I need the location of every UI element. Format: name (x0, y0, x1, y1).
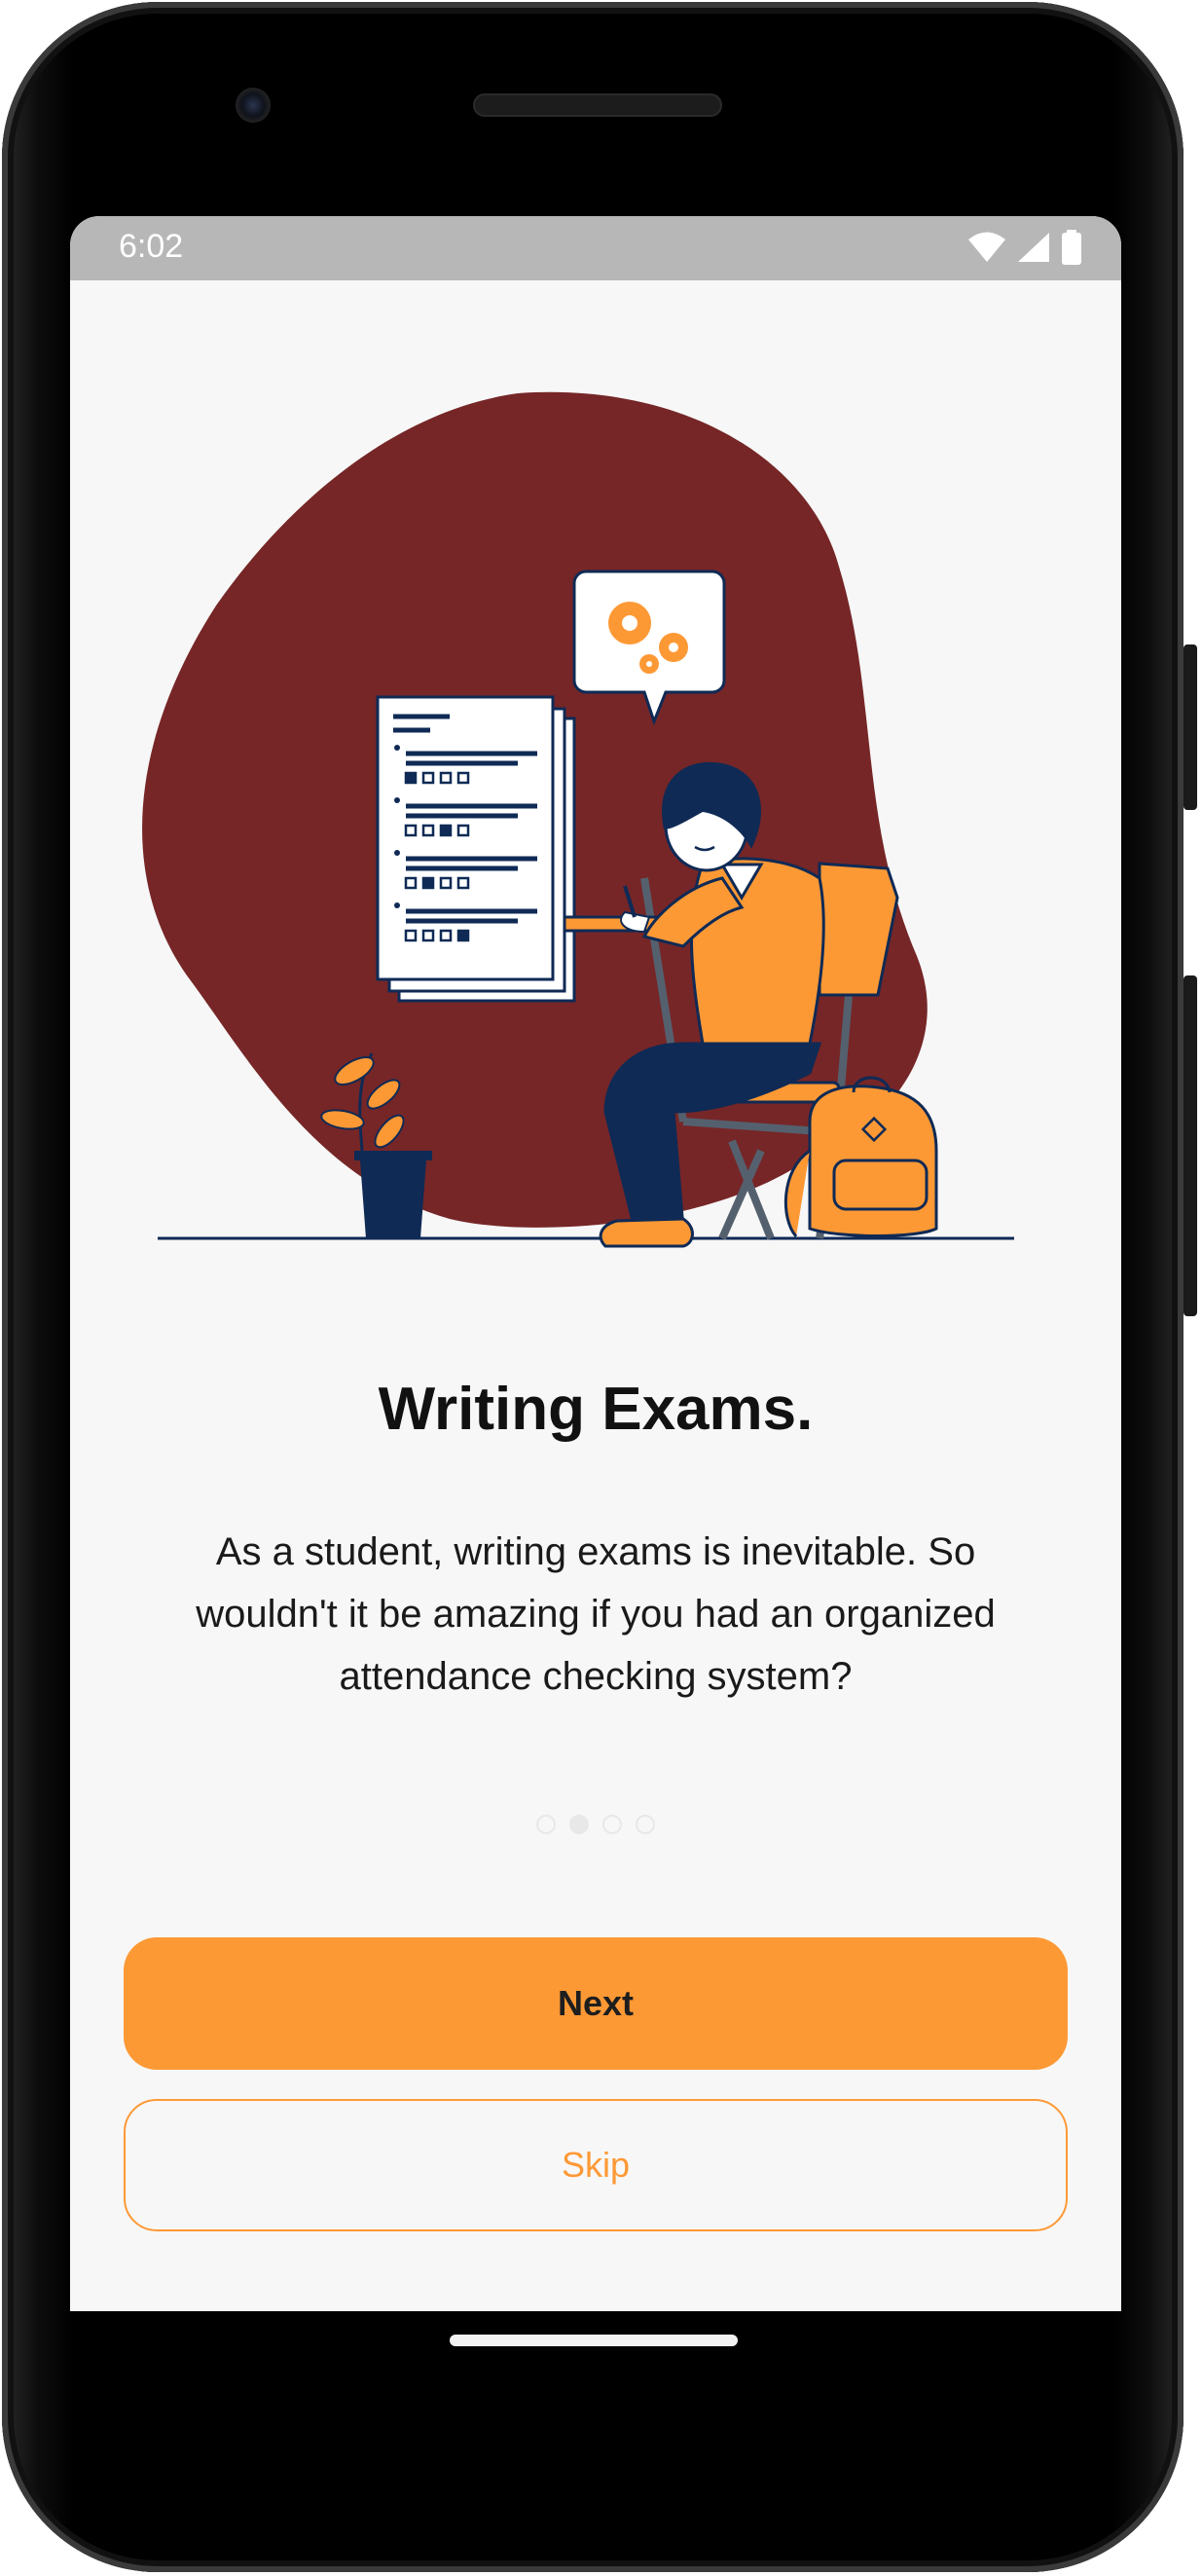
front-camera (236, 88, 271, 123)
status-time: 6:02 (119, 228, 184, 265)
screen: 6:02 Writing Exams. As a student, writin… (70, 216, 1121, 2311)
skip-button[interactable]: Skip (124, 2099, 1068, 2231)
page-indicator-dot[interactable] (636, 1815, 655, 1834)
status-icons (967, 230, 1082, 265)
onboarding-title: Writing Exams. (378, 1376, 814, 1443)
page-indicator-dot[interactable] (602, 1815, 622, 1834)
page-indicator-dot[interactable] (536, 1815, 556, 1834)
signal-icon (1018, 233, 1049, 262)
power-button (1184, 644, 1197, 810)
home-indicator[interactable] (450, 2335, 738, 2346)
onboarding-illustration (142, 391, 1014, 1248)
volume-button (1184, 975, 1197, 1316)
earpiece-speaker (473, 93, 722, 117)
next-button[interactable]: Next (124, 1937, 1068, 2070)
onboarding-description: As a student, writing exams is inevitabl… (196, 1530, 996, 1698)
page-indicator (70, 1815, 1121, 1834)
phone-frame: 6:02 Writing Exams. As a student, writin… (2, 2, 1197, 2572)
page-indicator-dot-active[interactable] (569, 1815, 589, 1834)
wifi-icon (968, 232, 1005, 262)
exam-paper (376, 695, 576, 1003)
status-bar: 6:02 (70, 216, 1121, 280)
battery-icon (1062, 230, 1081, 265)
